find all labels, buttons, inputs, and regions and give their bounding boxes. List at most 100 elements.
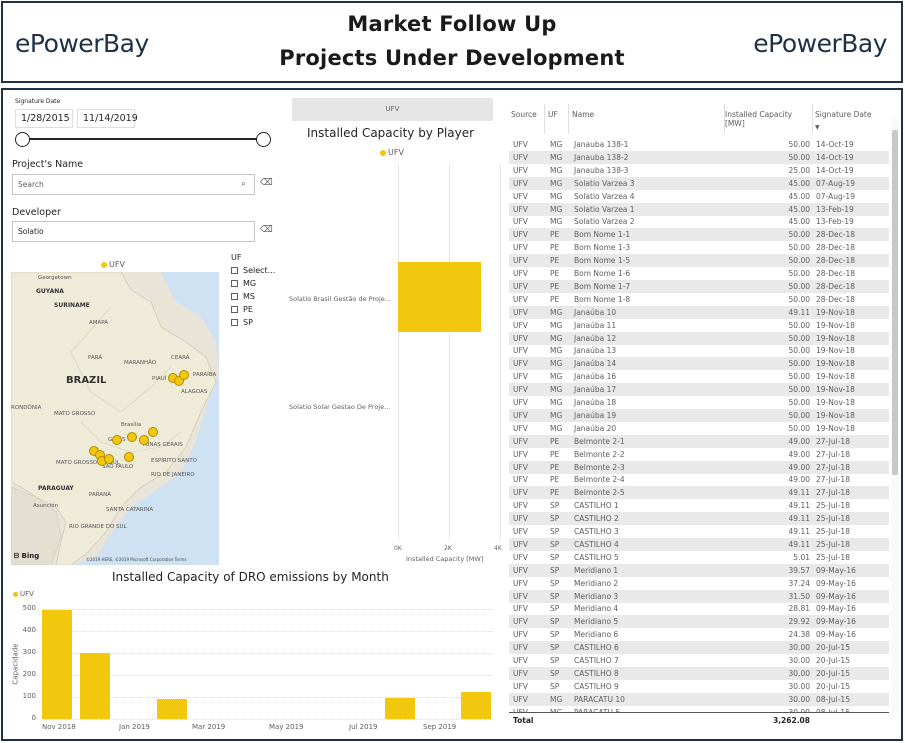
column-header-uf[interactable]: UF (548, 110, 558, 119)
date-range-slider[interactable] (23, 138, 263, 140)
checkbox[interactable] (231, 306, 238, 313)
clear-selection-icon[interactable]: ⌫ (260, 178, 273, 188)
uf-option-ms[interactable]: MS (231, 292, 255, 301)
uf-option-pe[interactable]: PE (231, 305, 253, 314)
project-search-input[interactable]: Search ⌕ (12, 174, 255, 195)
table-row[interactable]: UFV MG Janauba 138-1 50.00 14-Oct-19 (509, 138, 889, 151)
table-row[interactable]: UFV PE Bom Nome 1-7 50.00 28-Dec-18 (509, 279, 889, 293)
table-row[interactable]: UFV SP Meridiano 3 31.50 09-May-16 (509, 589, 889, 603)
table-row[interactable]: UFV MG Solatio Varzea 4 45.00 07-Aug-19 (509, 190, 889, 203)
table-row[interactable]: UFV SP CASTILHO 1 49.11 25-Jul-18 (509, 499, 889, 512)
table-row[interactable]: UFV SP Meridiano 1 39.57 09-May-16 (509, 563, 889, 577)
table-row[interactable]: UFV MG PARACATU 10 30.00 08-Jul-15 (509, 692, 889, 706)
table-row[interactable]: UFV SP CASTILHO 2 49.11 25-Jul-18 (509, 512, 889, 526)
table-row[interactable]: UFV PE Belmonte 2-4 49.00 27-Jul-18 (509, 473, 889, 486)
table-row[interactable]: UFV MG Janaúba 14 50.00 19-Nov-18 (509, 357, 889, 371)
table-row[interactable]: UFV SP CASTILHO 3 49.11 25-Jul-18 (509, 525, 889, 538)
uf-option-mg[interactable]: MG (231, 279, 256, 288)
checkbox[interactable] (231, 267, 238, 274)
month-bar[interactable] (157, 699, 187, 719)
cell-source: UFV (513, 449, 528, 459)
month-bar[interactable] (80, 653, 110, 719)
month-bar[interactable] (42, 610, 72, 719)
table-row[interactable]: UFV PE Bom Nome 1-1 50.00 28-Dec-18 (509, 228, 889, 242)
table-row[interactable]: UFV MG Janauba 138-3 25.00 14-Oct-19 (509, 164, 889, 177)
cell-source: UFV (513, 436, 528, 446)
project-location-marker[interactable] (124, 452, 134, 462)
table-row[interactable]: UFV PE Belmonte 2-2 49.00 27-Jul-18 (509, 448, 889, 461)
slider-end-handle[interactable] (256, 132, 271, 147)
table-row[interactable]: UFV SP Meridiano 4 28.81 09-May-16 (509, 602, 889, 615)
cell-signature-date: 25-Jul-18 (816, 539, 850, 549)
developer-search-input[interactable]: Solatio (12, 221, 255, 242)
brazil-map[interactable]: Georgetown GUYANA SURINAME AMAPÁ PARÁ MA… (11, 272, 219, 565)
table-row[interactable]: UFV MG Janaúba 19 50.00 19-Nov-18 (509, 408, 889, 422)
project-location-marker[interactable] (148, 427, 158, 437)
table-row[interactable]: UFV PE Bom Nome 1-3 50.00 28-Dec-18 (509, 241, 889, 254)
table-row[interactable]: UFV MG Janaúba 12 50.00 19-Nov-18 (509, 331, 889, 345)
uf-option-select-all[interactable]: Select... (231, 266, 275, 275)
table-row[interactable]: UFV PE Bom Nome 1-8 50.00 28-Dec-18 (509, 293, 889, 306)
project-location-marker[interactable] (112, 435, 122, 445)
legend-label: UFV (20, 590, 34, 598)
cell-uf: SP (550, 681, 560, 691)
table-row[interactable]: UFV SP CASTILHO 4 49.11 25-Jul-18 (509, 537, 889, 551)
table-row[interactable]: UFV MG Janaúba 10 49.11 19-Nov-18 (509, 305, 889, 319)
table-row[interactable]: UFV MG Janaúba 11 50.00 19-Nov-18 (509, 319, 889, 332)
start-date-input[interactable]: 1/28/2015 (15, 109, 73, 128)
table-row[interactable]: UFV SP CASTILHO 9 30.00 20-Jul-15 (509, 680, 889, 693)
table-row[interactable]: UFV SP Meridiano 2 37.24 09-May-16 (509, 577, 889, 590)
company-logo-right: ePowerBay (753, 29, 887, 58)
player-bar[interactable] (398, 262, 482, 332)
table-row[interactable]: UFV PE Bom Nome 1-6 50.00 28-Dec-18 (509, 267, 889, 280)
project-location-marker[interactable] (179, 370, 189, 380)
project-location-marker[interactable] (127, 432, 137, 442)
search-icon[interactable]: ⌕ (241, 179, 246, 189)
table-row[interactable]: UFV SP CASTILHO 6 30.00 20-Jul-15 (509, 641, 889, 655)
table-row[interactable]: UFV SP Meridiano 6 24.38 09-May-16 (509, 628, 889, 641)
cell-signature-date: 20-Jul-15 (816, 681, 850, 691)
column-header-name[interactable]: Name (572, 110, 594, 119)
table-row[interactable]: UFV MG Solatio Varzea 1 45.00 13-Feb-19 (509, 202, 889, 216)
table-row[interactable]: UFV MG Solatio Varzea 3 45.00 07-Aug-19 (509, 176, 889, 190)
table-row[interactable]: UFV PE Bom Nome 1-5 50.00 28-Dec-18 (509, 254, 889, 268)
table-row[interactable]: UFV MG Janaúba 13 50.00 19-Nov-18 (509, 344, 889, 357)
sort-descending-icon[interactable]: ▼ (815, 124, 820, 131)
cell-capacity: 37.24 (788, 578, 810, 588)
source-filter-header[interactable]: UFV (292, 98, 493, 121)
table-scrollbar-thumb[interactable] (892, 130, 898, 475)
cell-uf: SP (550, 656, 560, 665)
table-row[interactable]: UFV PE Belmonte 2-1 49.00 27-Jul-18 (509, 434, 889, 448)
table-row[interactable]: UFV MG PARACATU 5 30.00 08-Jul-15 (509, 706, 889, 712)
table-row[interactable]: UFV MG Janaúba 16 50.00 19-Nov-18 (509, 370, 889, 383)
table-row[interactable]: UFV SP CASTILHO 7 30.00 20-Jul-15 (509, 654, 889, 667)
uf-option-sp[interactable]: SP (231, 318, 253, 327)
table-row[interactable]: UFV SP Meridiano 5 29.92 09-May-16 (509, 615, 889, 629)
project-location-marker[interactable] (139, 435, 149, 445)
checkbox[interactable] (231, 293, 238, 300)
table-row[interactable]: UFV MG Janaúba 20 50.00 19-Nov-18 (509, 422, 889, 435)
cell-uf: SP (550, 514, 560, 524)
column-header-source[interactable]: Source (511, 110, 537, 119)
project-location-marker[interactable] (104, 454, 114, 464)
table-row[interactable]: UFV PE Belmonte 2-5 49.11 27-Jul-18 (509, 486, 889, 500)
table-row[interactable]: UFV SP CASTILHO 8 30.00 20-Jul-15 (509, 666, 889, 680)
slider-start-handle[interactable] (15, 132, 30, 147)
month-bar[interactable] (385, 698, 415, 719)
column-header-capacity[interactable]: Installed Capacity [MW] (725, 110, 805, 128)
checkbox[interactable] (231, 319, 238, 326)
table-row[interactable]: UFV MG Janaúba 18 50.00 19-Nov-18 (509, 396, 889, 409)
checkbox[interactable] (231, 280, 238, 287)
clear-selection-icon[interactable]: ⌫ (260, 225, 273, 235)
month-bar[interactable] (461, 691, 491, 719)
end-date-input[interactable]: 11/14/2019 (77, 109, 138, 128)
table-row[interactable]: UFV MG Janaúba 17 50.00 19-Nov-18 (509, 383, 889, 397)
table-row[interactable]: UFV MG Solatio Varzea 2 45.00 13-Feb-19 (509, 215, 889, 228)
table-row[interactable]: UFV SP CASTILHO 5 5.01 25-Jul-18 (509, 551, 889, 564)
column-divider (568, 104, 569, 134)
table-row[interactable]: UFV PE Belmonte 2-3 49.00 27-Jul-18 (509, 460, 889, 474)
column-header-signature-date[interactable]: Signature Date (815, 110, 872, 119)
table-row[interactable]: UFV MG Janauba 138-2 50.00 14-Oct-19 (509, 150, 889, 164)
cell-signature-date: 09-May-16 (816, 591, 856, 601)
cell-capacity: 45.00 (788, 191, 810, 201)
